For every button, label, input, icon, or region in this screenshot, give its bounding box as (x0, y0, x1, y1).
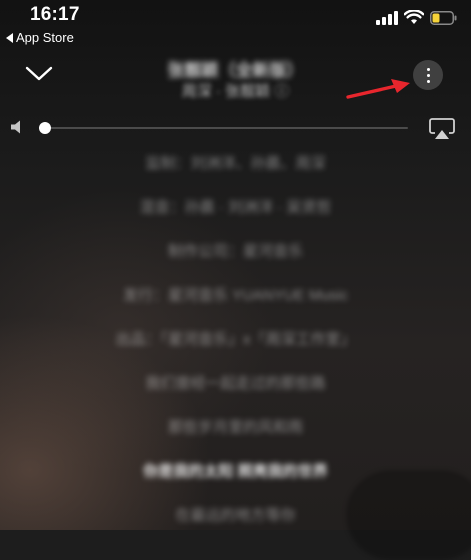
lyric-line[interactable]: 混音：孙晨 · 刘洲洋 · 吴贤哲 (0, 196, 471, 217)
more-vertical-icon (426, 67, 430, 71)
airplay-icon[interactable] (429, 118, 455, 140)
lyric-line[interactable]: 制作公司：星河音乐 (0, 240, 471, 261)
annotation-arrow-icon (346, 79, 410, 99)
speaker-icon (11, 120, 20, 134)
status-time: 16:17 (30, 4, 80, 25)
volume-slider-track[interactable] (45, 127, 408, 129)
volume-row (0, 114, 471, 142)
more-options-button[interactable] (413, 60, 443, 90)
lyric-line[interactable]: 我们曾经一起走过的那些路 (0, 372, 471, 393)
lyric-line[interactable]: 出品：「星河音乐」x「周深工作室」 (0, 328, 471, 349)
lyric-line[interactable]: 监制：刘洲洋、孙晨、周深 (0, 152, 471, 173)
lyric-line[interactable]: 发行：星河音乐 YUANYUE Music (0, 284, 471, 305)
back-app-label: App Store (16, 30, 74, 45)
volume-slider-thumb[interactable] (39, 122, 51, 134)
lyric-line[interactable]: 那些岁月里的风和雨 (0, 416, 471, 437)
status-icons (376, 10, 457, 25)
signal-bars-icon (376, 10, 398, 25)
back-triangle-icon (6, 32, 13, 43)
wifi-icon (404, 10, 424, 24)
battery-icon (430, 10, 457, 25)
floating-control-shadow (346, 470, 471, 560)
status-bar: 16:17 App Store (0, 0, 471, 50)
back-to-app-store-link[interactable]: App Store (6, 30, 74, 45)
